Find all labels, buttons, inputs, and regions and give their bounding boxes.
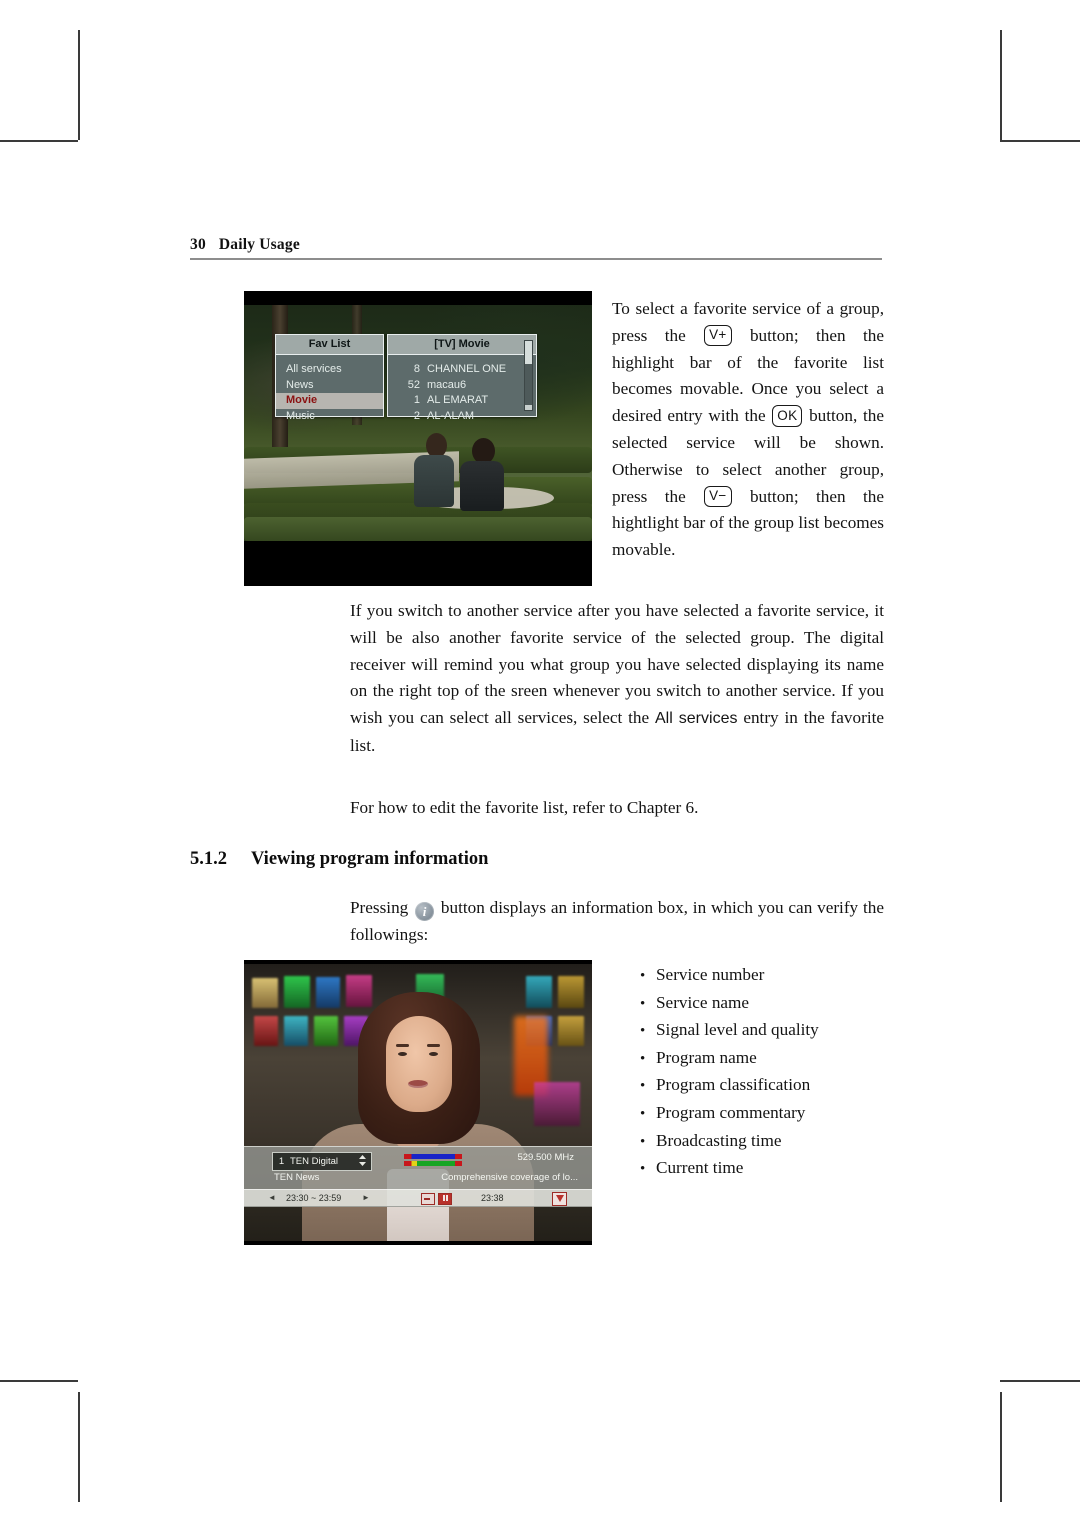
service-number: 1: [413, 394, 420, 406]
scrollbar-down-arrow[interactable]: [525, 405, 532, 410]
osd-group-item-selected[interactable]: Movie: [276, 393, 383, 409]
channel-name: TEN Digital: [290, 1156, 339, 1167]
crop-mark-bottom-right-vertical: [1000, 1392, 1002, 1502]
bullet-marker: •: [640, 1050, 646, 1067]
list-item: • Current time: [640, 1155, 819, 1183]
bullet-marker: •: [640, 1161, 646, 1178]
service-number: 8: [413, 363, 420, 375]
bullet-marker: •: [640, 995, 646, 1012]
list-item-label: Service number: [656, 965, 765, 984]
section-number: 5.1.2: [190, 849, 227, 869]
service-name: AL EMARAT: [427, 394, 489, 406]
service-name: AL-ALAM: [427, 409, 475, 422]
key-volume-down[interactable]: V−: [704, 485, 732, 508]
current-time-label: 23:38: [481, 1193, 504, 1203]
bullet-marker: •: [640, 1133, 646, 1150]
header-rule: [190, 258, 882, 260]
osd-service-item[interactable]: 52 macau6: [388, 378, 536, 394]
section-heading: 5.1.2 Viewing program information: [190, 849, 488, 870]
chapter-title: Daily Usage: [218, 236, 300, 253]
osd-group-item[interactable]: Music: [276, 409, 383, 425]
para3-text: For how to edit the favorite list, refer…: [350, 798, 699, 817]
crop-mark-top-right-horizontal: [1000, 140, 1080, 142]
paragraph-edit-reference: For how to edit the favorite list, refer…: [350, 795, 884, 822]
list-item: • Program classification: [640, 1072, 819, 1100]
crop-mark-top-left-horizontal: [0, 140, 78, 142]
paragraph-select-favorite: To select a favorite service of a group,…: [612, 296, 884, 564]
info-box-sub-row: ◄ 23:30 ~ 23:59 ► 23:38: [244, 1189, 592, 1207]
osd-group-item[interactable]: All services: [276, 362, 383, 378]
list-item: • Service number: [640, 962, 819, 990]
osd-service-list-scrollbar[interactable]: [524, 340, 533, 411]
crop-mark-top-right-vertical: [1000, 30, 1002, 140]
service-name: CHANNEL ONE: [427, 363, 507, 375]
osd-information-box: 1 TEN Digital 529.500 MHz TEN News Compre…: [244, 1146, 592, 1207]
bullet-marker: •: [640, 968, 646, 984]
list-item-label: Program commentary: [656, 1102, 806, 1122]
scrollbar-thumb[interactable]: [525, 341, 532, 365]
list-item-label: Program classification: [656, 1075, 811, 1095]
previous-program-arrow[interactable]: ◄: [268, 1190, 276, 1206]
info-intro-before: Pressing: [350, 898, 414, 917]
paragraph-info-intro: Pressing i button displays an informatio…: [350, 895, 884, 949]
page-number: 30: [190, 236, 206, 253]
teletext-icon[interactable]: [438, 1193, 452, 1205]
key-ok[interactable]: OK: [772, 405, 803, 427]
screenshot-information-box: 1 TEN Digital 529.500 MHz TEN News Compre…: [244, 960, 592, 1245]
bullet-marker: •: [640, 1105, 646, 1122]
osd-service-item[interactable]: 8 CHANNEL ONE: [388, 362, 536, 378]
signal-quality-bar: [404, 1161, 462, 1166]
document-page: 30 Daily Usage Fav List All services New…: [0, 0, 1080, 1534]
osd-service-list-title: [TV] Movie: [388, 335, 536, 355]
key-volume-up[interactable]: V+: [704, 324, 732, 347]
channel-number: 1: [278, 1156, 285, 1167]
bullet-marker: •: [640, 1023, 646, 1040]
channel-selector[interactable]: 1 TEN Digital: [272, 1152, 372, 1171]
osd-group-list-panel[interactable]: Fav List All services News Movie Music: [275, 334, 384, 422]
crop-mark-bottom-right-horizontal: [1000, 1380, 1080, 1382]
all-services-term: All services: [655, 710, 738, 728]
broadcast-time-label: 23:30 ~ 23:59: [286, 1193, 342, 1203]
list-item: • Program name: [640, 1045, 819, 1073]
list-item-label: Service name: [656, 992, 750, 1012]
osd-service-list-panel[interactable]: [TV] Movie 8 CHANNEL ONE 52 macau6 1 AL EMA…: [387, 334, 537, 422]
info-items-list: • Service number • Service name • Signal le…: [640, 962, 819, 1183]
list-item-label: Signal level and quality: [656, 1020, 819, 1040]
crop-mark-top-left-vertical: [78, 30, 80, 140]
osd-service-item[interactable]: 1 AL EMARAT: [388, 393, 536, 409]
service-name: macau6: [427, 378, 467, 391]
signal-meters: [404, 1154, 462, 1168]
info-icon[interactable]: i: [415, 902, 435, 921]
list-item: • Signal level and quality: [640, 1017, 819, 1045]
info-box-main-row: 1 TEN Digital 529.500 MHz TEN News Compre…: [244, 1146, 592, 1189]
frequency-label: 529.500 MHz: [517, 1152, 574, 1163]
bullet-marker: •: [640, 1078, 646, 1095]
osd-group-list-title: Fav List: [276, 335, 383, 355]
osd-group-item[interactable]: News: [276, 378, 383, 394]
crop-mark-bottom-left-horizontal: [0, 1380, 78, 1382]
subtitle-icon[interactable]: [421, 1193, 435, 1205]
list-item: • Service name: [640, 990, 819, 1018]
signal-level-bar: [404, 1154, 462, 1159]
service-number: 2: [413, 409, 420, 422]
crop-mark-bottom-left-vertical: [78, 1392, 80, 1502]
osd-service-list-items: 8 CHANNEL ONE 52 macau6 1 AL EMARAT 2 AL-ALA…: [388, 355, 536, 424]
list-item-label: Broadcasting time: [656, 1130, 782, 1150]
list-item-label: Program name: [656, 1047, 757, 1067]
screenshot-favorite-list: Fav List All services News Movie Music […: [244, 291, 592, 586]
running-head: 30 Daily Usage: [190, 236, 882, 260]
channel-spinner-icon[interactable]: [359, 1155, 366, 1166]
next-program-arrow[interactable]: ►: [362, 1190, 370, 1206]
paragraph-switch-service: If you switch to another service after y…: [350, 598, 884, 760]
service-number: 52: [407, 378, 420, 391]
osd-group-list-items: All services News Movie Music: [276, 355, 383, 424]
program-description-label: Comprehensive coverage of lo...: [441, 1172, 578, 1183]
list-item-label: Current time: [656, 1158, 744, 1178]
osd-service-item[interactable]: 2 AL-ALAM: [388, 409, 536, 425]
list-item: • Broadcasting time: [640, 1128, 819, 1156]
list-item: • Program commentary: [640, 1100, 819, 1128]
section-title: Viewing program information: [251, 849, 489, 869]
classification-icon[interactable]: [552, 1192, 567, 1206]
program-name-label: TEN News: [274, 1172, 320, 1183]
